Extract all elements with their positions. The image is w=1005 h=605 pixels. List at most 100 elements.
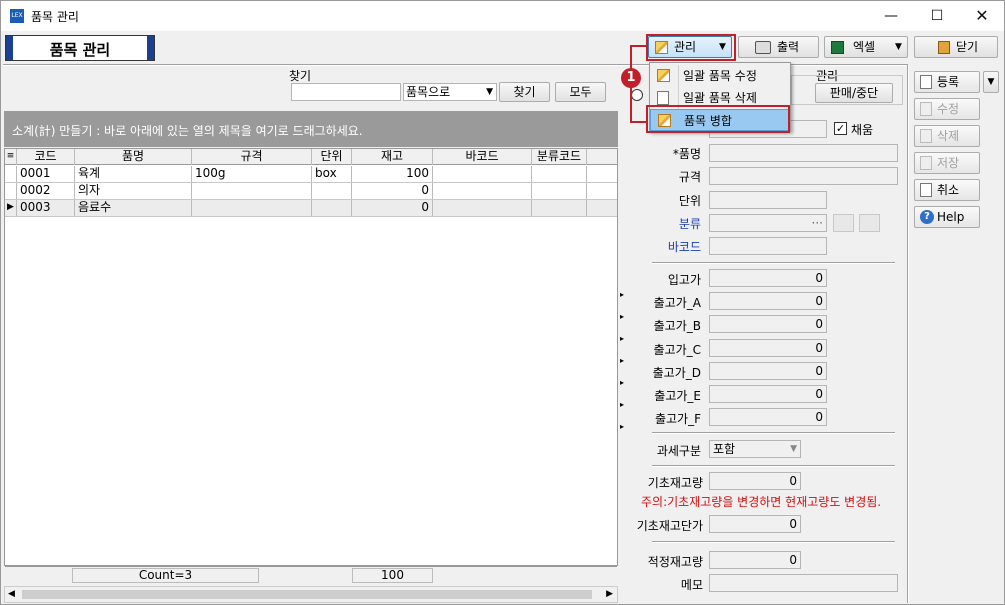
auto-fill-label: 채움 [851, 123, 874, 137]
help-button[interactable]: ? Help [914, 206, 980, 228]
spec-label: 규격 [678, 170, 701, 184]
proper-stock-label: 적정재고량 [647, 555, 703, 569]
door-icon [938, 41, 950, 54]
excel-icon [831, 41, 844, 54]
sell-stop-button[interactable]: 판매/중단 [815, 83, 893, 103]
out-price-f-field[interactable]: 0 [709, 408, 827, 426]
init-stock-label: 기초재고량 [647, 476, 703, 490]
barcode-field[interactable] [709, 237, 827, 255]
highlight-box-manage [646, 34, 736, 61]
column-header-category[interactable]: 분류코드 [532, 149, 587, 165]
app-icon: LEX [10, 9, 24, 23]
init-cost-field[interactable]: 0 [709, 515, 801, 533]
memo-field[interactable] [709, 574, 898, 592]
table-row[interactable]: 0002 의자 0 [5, 183, 617, 200]
delete-button[interactable]: 삭제 [914, 125, 980, 147]
out-price-a-field[interactable]: 0 [709, 292, 827, 310]
help-label: Help [937, 210, 965, 224]
menu-item-bulk-edit[interactable]: 일괄 품목 수정 [650, 65, 790, 87]
group-by-hint[interactable]: 소계(計) 만들기 : 바로 아래에 있는 열의 제목을 여기로 드래그하세요. [4, 111, 618, 147]
excel-button[interactable]: 엑셀 ▼ [824, 36, 908, 58]
spec-field[interactable] [709, 167, 898, 185]
barcode-label[interactable]: 바코드 [641, 238, 701, 255]
cell-name: 의자 [75, 183, 192, 199]
out-price-e-field[interactable]: 0 [709, 385, 827, 403]
form-divider [652, 262, 895, 264]
cell-spec: 100g [192, 166, 312, 182]
close-button[interactable]: 닫기 [914, 36, 998, 58]
cancel-button[interactable]: 취소 [914, 179, 980, 201]
register-dropdown-chevron-icon[interactable]: ▼ [983, 71, 999, 93]
new-doc-icon [920, 75, 932, 89]
register-button[interactable]: 등록 [914, 71, 980, 93]
find-button[interactable]: 찾기 [499, 82, 550, 102]
main-window: LEX 품목 관리 — ☐ ✕ 품목 관리 관리 ▼ 출력 엑셀 ▼ 닫기 찾기… [0, 0, 1005, 605]
close-label: 닫기 [956, 40, 979, 54]
scroll-left-icon[interactable]: ◀ [8, 589, 15, 599]
delete-doc-icon [920, 129, 932, 143]
search-input[interactable] [291, 83, 401, 101]
out-price-d-field[interactable]: 0 [709, 362, 827, 380]
init-stock-field[interactable]: 0 [709, 472, 801, 490]
annotation-connector-bottom [630, 121, 647, 123]
register-label: 등록 [937, 75, 960, 89]
current-row-arrow-icon: ▶ [5, 200, 17, 216]
close-window-icon[interactable]: ✕ [959, 1, 1005, 31]
cell-spec [192, 183, 312, 199]
horizontal-scrollbar[interactable]: ◀ ▶ [4, 586, 618, 603]
scroll-right-icon[interactable]: ▶ [606, 589, 613, 599]
column-header-barcode[interactable]: 바코드 [433, 149, 532, 165]
cell-unit [312, 200, 352, 216]
tax-value: 포함 [713, 442, 736, 456]
print-label: 출력 [777, 40, 800, 54]
cell-unit [312, 183, 352, 199]
tax-chevron-icon: ▼ [790, 444, 797, 454]
column-header-name[interactable]: 품명 [75, 149, 192, 165]
proper-stock-field[interactable]: 0 [709, 551, 801, 569]
out-price-b-field[interactable]: 0 [709, 315, 827, 333]
grid-corner-icon: ≡ [5, 149, 17, 165]
cell-stock: 0 [352, 200, 433, 216]
menu-item-label: 일괄 품목 삭제 [683, 91, 757, 105]
category-add-icon[interactable] [859, 214, 880, 232]
out-price-d-label: 출고가_D [652, 366, 701, 380]
column-header-spec[interactable]: 규격 [192, 149, 312, 165]
search-mode-select[interactable]: 품목으로 ▼ [403, 83, 497, 101]
column-header-stock[interactable]: 재고 [352, 149, 433, 165]
scroll-thumb[interactable] [22, 590, 592, 599]
form-divider [652, 432, 895, 434]
maximize-icon[interactable]: ☐ [914, 1, 960, 31]
edit-button[interactable]: 수정 [914, 98, 980, 120]
grid-header: ≡ 코드 품명 규격 단위 재고 바코드 분류코드 [5, 149, 617, 165]
unit-field[interactable] [709, 191, 827, 209]
delete-doc-icon [657, 91, 669, 105]
side-divider [907, 65, 909, 603]
column-header-unit[interactable]: 단위 [312, 149, 352, 165]
category-field[interactable]: ··· [709, 214, 827, 232]
print-button[interactable]: 출력 [738, 36, 819, 58]
minimize-icon[interactable]: — [868, 1, 914, 31]
menu-item-label: 일괄 품목 수정 [683, 69, 757, 83]
panel-splitter[interactable]: ▸ ▸ ▸ ▸ ▸ ▸ ▸ [620, 284, 627, 434]
save-button[interactable]: 저장 [914, 152, 980, 174]
radio-option[interactable] [631, 89, 643, 101]
all-button[interactable]: 모두 [555, 82, 606, 102]
edit-doc-icon [920, 102, 932, 116]
tax-select[interactable]: 포함 ▼ [709, 440, 801, 458]
row-indicator [5, 183, 17, 199]
column-header-code[interactable]: 코드 [17, 149, 75, 165]
category-label[interactable]: 분류 [641, 215, 701, 232]
section-title: 품목 관리 [49, 41, 111, 59]
category-clear-icon[interactable] [833, 214, 854, 232]
table-row-selected[interactable]: ▶ 0003 음료수 0 [5, 200, 617, 217]
footer-count: Count=3 [72, 568, 259, 583]
name-field[interactable] [709, 144, 898, 162]
cell-name: 음료수 [75, 200, 192, 216]
table-row[interactable]: 0001 육계 100g box 100 [5, 166, 617, 183]
out-price-c-field[interactable]: 0 [709, 339, 827, 357]
auto-fill-checkbox[interactable]: ✓ [834, 122, 847, 135]
splitter-arrow-icon: ▸ ▸ ▸ ▸ ▸ ▸ ▸ [620, 290, 625, 431]
in-price-field[interactable]: 0 [709, 269, 827, 287]
item-grid: ≡ 코드 품명 규격 단위 재고 바코드 분류코드 0001 육계 100g b… [4, 148, 618, 584]
cell-name: 육계 [75, 166, 192, 182]
